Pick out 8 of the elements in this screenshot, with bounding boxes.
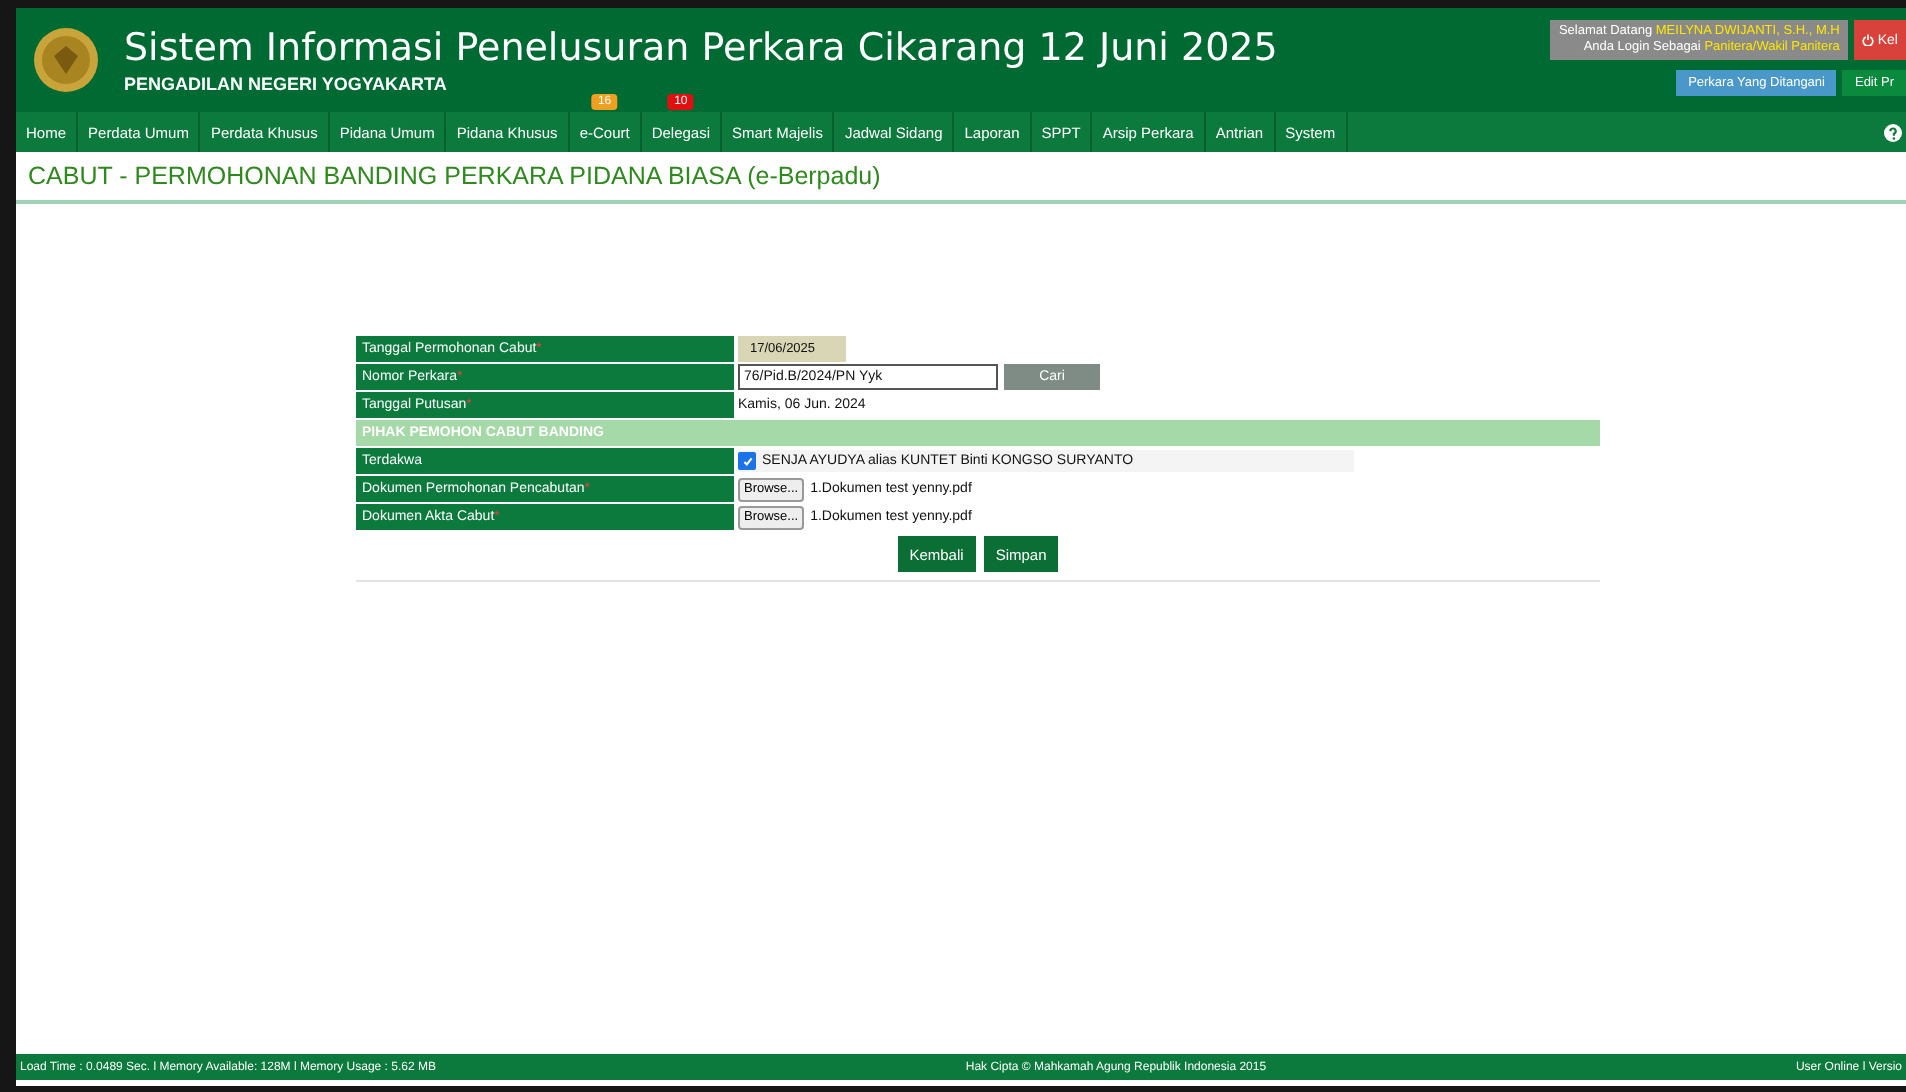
check-icon xyxy=(741,455,753,467)
court-name: PENGADILAN NEGERI YOGYAKARTA xyxy=(124,74,449,94)
app-title: Sistem Informasi Penelusuran Perkara Cikarang 12 Juni 2025 xyxy=(124,26,1280,70)
power-icon xyxy=(1861,34,1874,47)
help-icon[interactable] xyxy=(1884,123,1902,141)
checkbox[interactable] xyxy=(738,452,756,470)
emblem-icon xyxy=(32,26,100,94)
page-title: CABUT - PERMOHONAN BANDING PERKARA PIDANA BIASA (e-Berpadu) xyxy=(16,152,1906,204)
